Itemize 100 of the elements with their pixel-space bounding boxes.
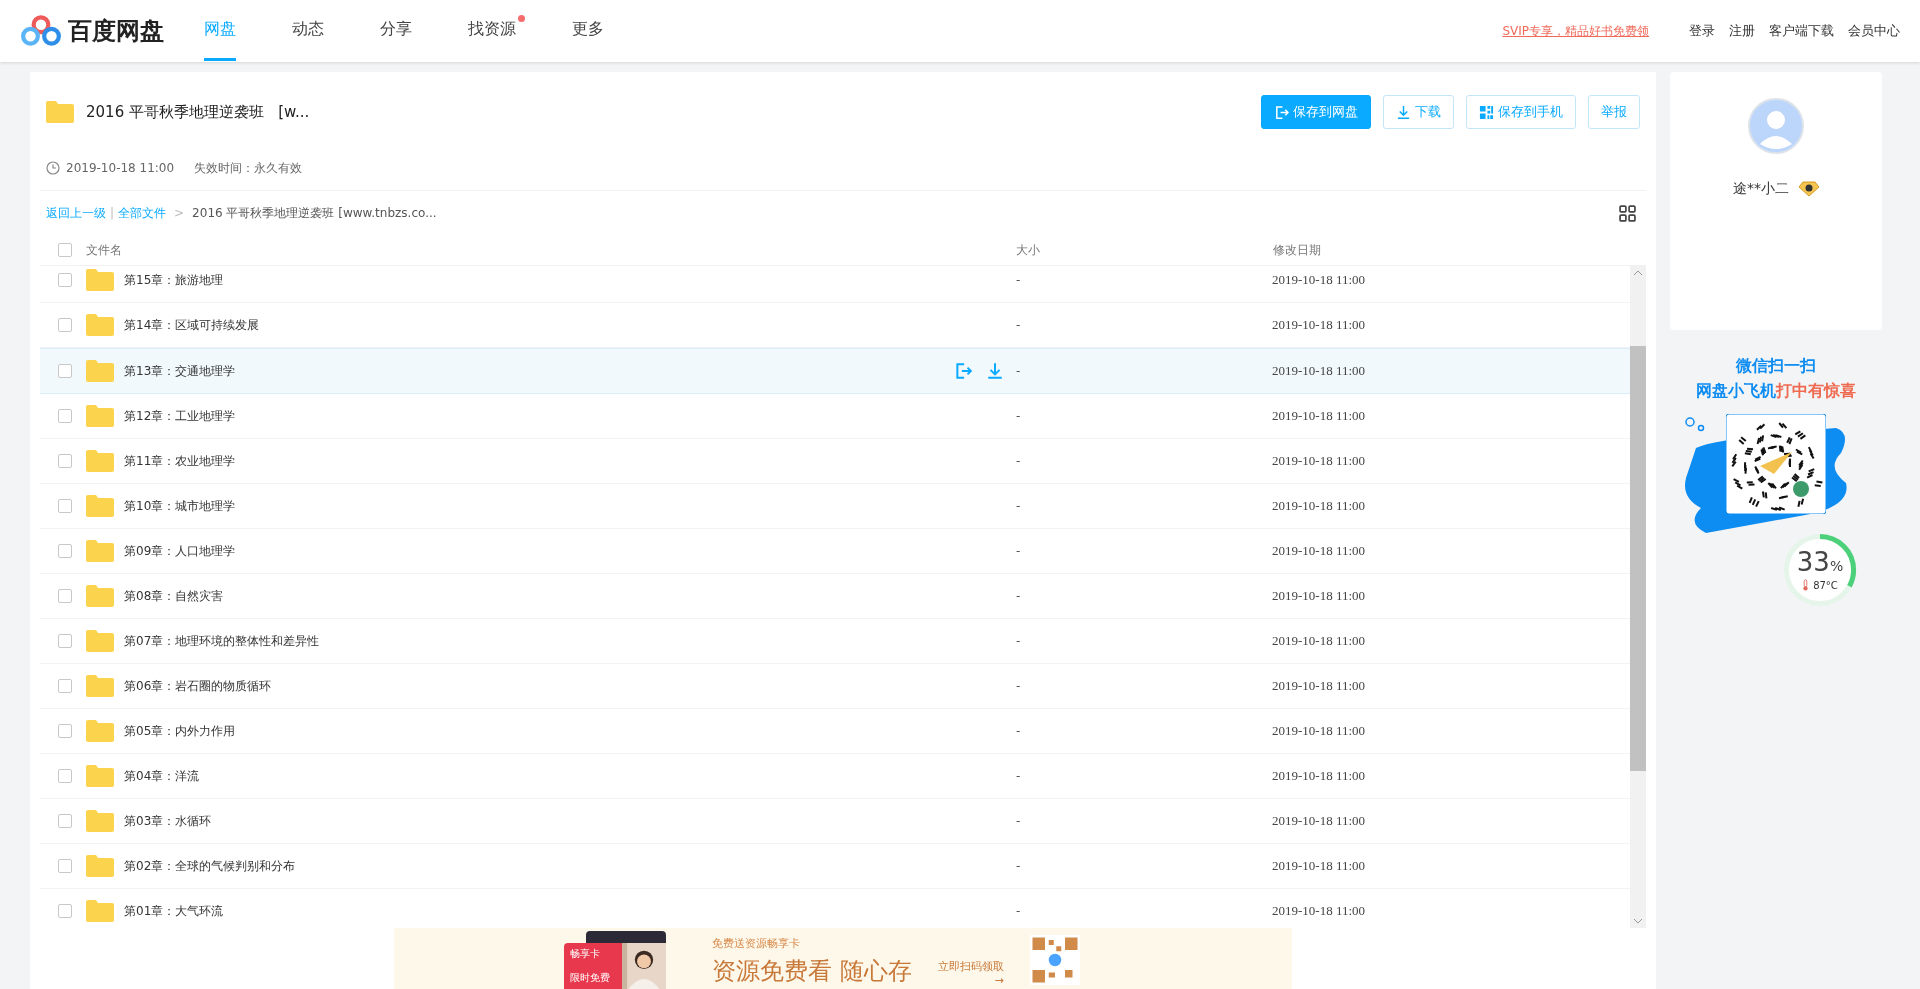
file-name[interactable]: 第07章：地理环境的整体性和差异性	[124, 632, 924, 650]
file-name[interactable]: 第05章：内外力作用	[124, 722, 924, 740]
banner-headline: 资源免费看 随心存	[712, 956, 912, 987]
crumb-arrow: >	[174, 206, 185, 220]
share-time: 2019-10-18 11:00	[66, 161, 175, 175]
file-name[interactable]: 第06章：岩石圈的物质循环	[124, 677, 924, 695]
file-name[interactable]: 第12章：工业地理学	[124, 407, 924, 425]
file-date: 2019-10-18 11:00	[1272, 588, 1366, 604]
file-date: 2019-10-18 11:00	[1272, 813, 1366, 829]
row-checkbox[interactable]	[58, 273, 72, 287]
row-checkbox[interactable]	[58, 859, 72, 873]
folder-icon	[86, 314, 114, 336]
select-all-checkbox[interactable]	[58, 243, 72, 257]
file-name[interactable]: 第09章：人口地理学	[124, 542, 924, 560]
file-row[interactable]: 第08章：自然灾害 - 2019-10-18 11:00	[40, 574, 1630, 619]
promo-subtitle: 网盘小飞机打中有惊喜	[1696, 381, 1856, 402]
ad-banner[interactable]: 畅享卡 限时免费 免费送资源畅享卡 资源免费看 随心存 立即扫码领取 →	[394, 928, 1292, 989]
gauge-reading: 33%	[1796, 549, 1844, 575]
file-size: -	[1016, 273, 1022, 287]
row-checkbox[interactable]	[58, 454, 72, 468]
save-icon	[1274, 104, 1289, 120]
scrollbar-thumb[interactable]	[1630, 346, 1646, 771]
file-row[interactable]: 第04章：洋流 - 2019-10-18 11:00	[40, 754, 1630, 799]
row-checkbox[interactable]	[58, 904, 72, 918]
file-row[interactable]: 第06章：岩石圈的物质循环 - 2019-10-18 11:00	[40, 664, 1630, 709]
file-row[interactable]: 第02章：全球的气候判别和分布 - 2019-10-18 11:00	[40, 844, 1630, 889]
row-checkbox[interactable]	[58, 364, 72, 378]
nav-tab[interactable]: 更多	[572, 1, 604, 61]
file-row[interactable]: 第15章：旅游地理 - 2019-10-18 11:00	[40, 266, 1630, 303]
row-checkbox[interactable]	[58, 634, 72, 648]
file-row[interactable]: 第03章：水循环 - 2019-10-18 11:00	[40, 799, 1630, 844]
file-date: 2019-10-18 11:00	[1272, 408, 1366, 424]
file-name[interactable]: 第04章：洋流	[124, 767, 924, 785]
file-date: 2019-10-18 11:00	[1272, 317, 1366, 333]
logo-icon	[20, 14, 62, 48]
file-size: -	[1016, 454, 1022, 468]
file-size: -	[1016, 679, 1022, 693]
banner-kicker: 免费送资源畅享卡	[712, 936, 801, 951]
file-size: -	[1016, 769, 1022, 783]
card-title: 畅享卡	[570, 947, 601, 961]
avatar-icon	[1748, 98, 1804, 154]
folder-icon	[86, 900, 114, 922]
file-name[interactable]: 第02章：全球的气候判别和分布	[124, 857, 924, 875]
file-name[interactable]: 第15章：旅游地理	[124, 271, 924, 289]
folder-icon	[86, 269, 114, 291]
card-note: 限时免费	[570, 971, 611, 985]
file-row[interactable]: 第11章：农业地理学 - 2019-10-18 11:00	[40, 439, 1630, 484]
file-name[interactable]: 第03章：水循环	[124, 812, 924, 830]
folder-icon	[86, 765, 114, 787]
file-size: -	[1016, 544, 1022, 558]
row-checkbox[interactable]	[58, 769, 72, 783]
qr-code-drawing	[1029, 935, 1080, 985]
file-name[interactable]: 第08章：自然灾害	[124, 587, 924, 605]
column-header: 大小	[1016, 241, 1041, 259]
file-name[interactable]: 第14章：区域可持续发展	[124, 316, 924, 334]
nav-tab[interactable]: 分享	[380, 1, 412, 61]
file-name[interactable]: 第11章：农业地理学	[124, 452, 924, 470]
folder-icon	[86, 450, 114, 472]
file-row[interactable]: 第05章：内外力作用 - 2019-10-18 11:00	[40, 709, 1630, 754]
file-row[interactable]: 第12章：工业地理学 - 2019-10-18 11:00	[40, 394, 1630, 439]
row-checkbox[interactable]	[58, 814, 72, 828]
header-link[interactable]: 登录	[1689, 22, 1715, 40]
folder-icon	[86, 360, 114, 382]
share-title: 2016 平哥秋季地理逆袭班 [w...	[86, 102, 310, 122]
download-icon[interactable]	[986, 362, 1004, 380]
row-checkbox[interactable]	[58, 724, 72, 738]
nav-tab[interactable]: 动态	[292, 1, 324, 61]
expiry-text: 失效时间：永久有效	[194, 159, 303, 177]
file-row[interactable]: 第07章：地理环境的整体性和差异性 - 2019-10-18 11:00	[40, 619, 1630, 664]
row-checkbox[interactable]	[58, 544, 72, 558]
scrollbar[interactable]	[1630, 266, 1646, 928]
row-checkbox[interactable]	[58, 589, 72, 603]
file-row[interactable]: 第13章：交通地理学 - 2019-10-18 11:00	[40, 348, 1630, 394]
file-name[interactable]: 第13章：交通地理学	[124, 362, 924, 380]
file-size: -	[1016, 499, 1022, 513]
header-link[interactable]: 客户端下载	[1769, 22, 1834, 40]
header-link[interactable]: 注册	[1729, 22, 1755, 40]
file-date: 2019-10-18 11:00	[1272, 633, 1366, 649]
current-folder: 2016 平哥秋季地理逆袭班 [www.tnbzs.co...	[192, 204, 437, 222]
file-row[interactable]: 第10章：城市地理学 - 2019-10-18 11:00	[40, 484, 1630, 529]
row-checkbox[interactable]	[58, 679, 72, 693]
banner-arrow: →	[994, 974, 1004, 987]
file-size: -	[1016, 724, 1022, 738]
row-checkbox[interactable]	[58, 318, 72, 332]
header-link[interactable]: 会员中心	[1848, 22, 1900, 40]
download-icon	[1396, 104, 1411, 120]
folder-icon	[86, 810, 114, 832]
file-size: -	[1016, 634, 1022, 648]
nav-tab[interactable]: 找资源	[468, 1, 516, 61]
file-name[interactable]: 第10章：城市地理学	[124, 497, 924, 515]
row-checkbox[interactable]	[58, 499, 72, 513]
row-checkbox[interactable]	[58, 409, 72, 423]
grid-view-icon[interactable]	[1619, 204, 1636, 222]
file-row[interactable]: 第09章：人口地理学 - 2019-10-18 11:00	[40, 529, 1630, 574]
save-icon[interactable]	[954, 362, 972, 380]
clock-icon	[46, 161, 60, 175]
folder-icon	[86, 855, 114, 877]
diamond-badge-icon	[1799, 181, 1819, 197]
file-size: -	[1016, 318, 1022, 332]
file-name[interactable]: 第01章：大气环流	[124, 902, 924, 920]
